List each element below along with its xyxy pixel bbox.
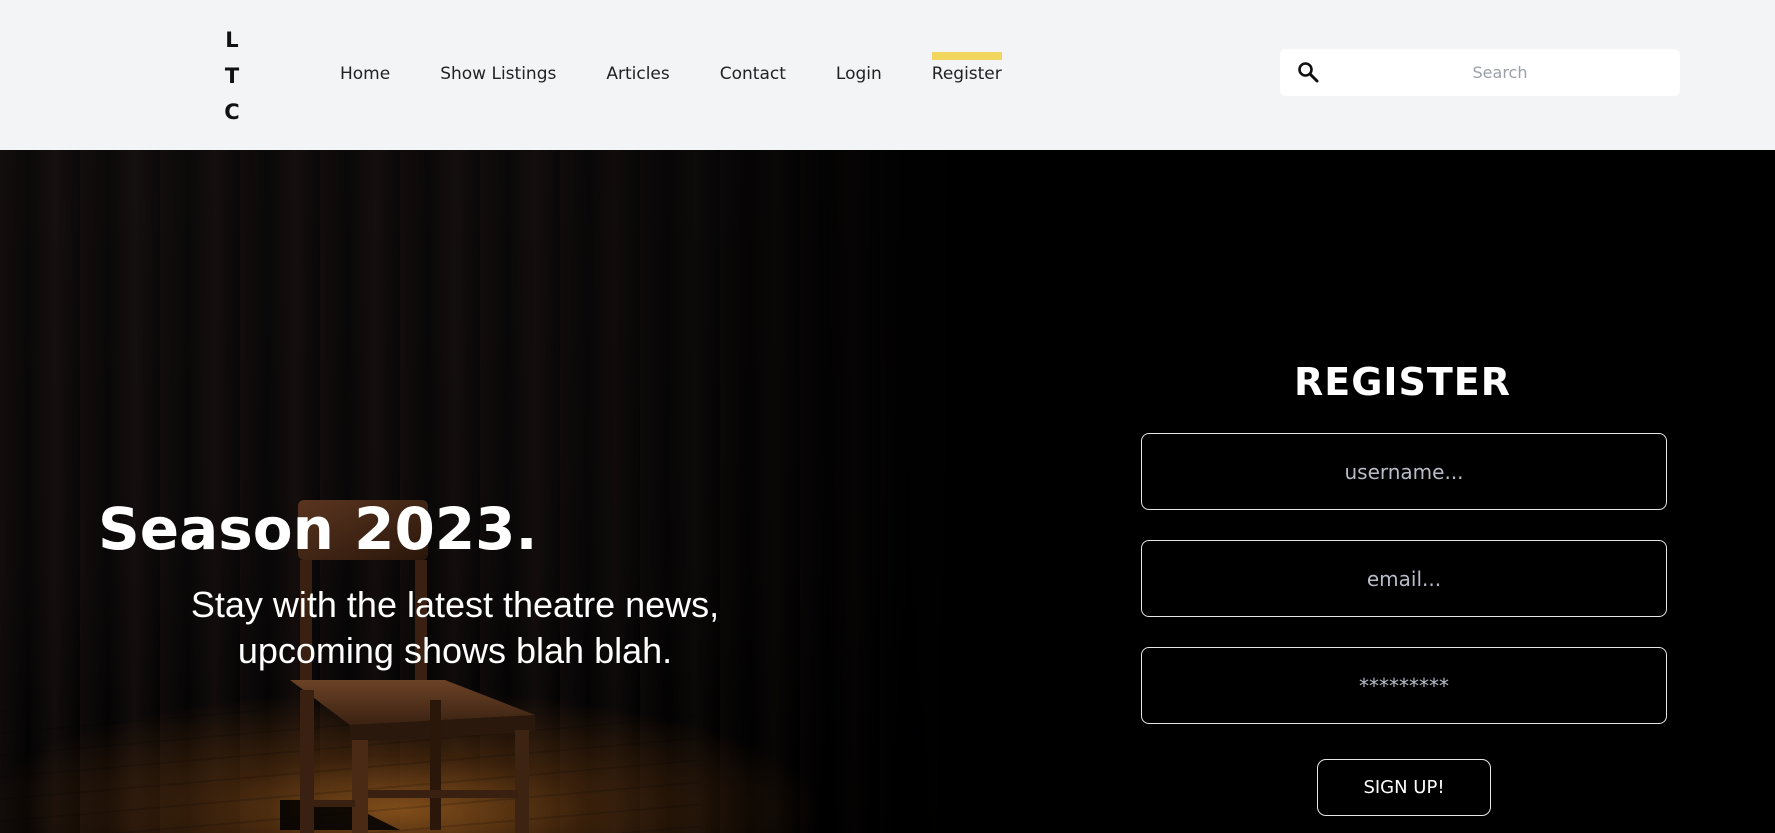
sign-up-button[interactable]: SIGN UP!: [1317, 759, 1491, 816]
hero-subtitle: Stay with the latest theatre news, upcom…: [190, 584, 720, 671]
nav-articles[interactable]: Articles: [606, 54, 669, 94]
search-icon[interactable]: [1296, 60, 1320, 84]
logo[interactable]: L T C: [222, 22, 242, 130]
logo-letter: C: [224, 100, 240, 124]
nav-show-listings[interactable]: Show Listings: [440, 54, 556, 94]
search-box: [1280, 49, 1680, 96]
nav-home[interactable]: Home: [340, 54, 390, 94]
site-header: L T C Home Show Listings Articles Contac…: [0, 0, 1775, 150]
nav-contact[interactable]: Contact: [720, 54, 786, 94]
logo-letter: L: [225, 28, 239, 52]
username-field[interactable]: [1141, 433, 1667, 510]
nav-login[interactable]: Login: [836, 54, 882, 94]
search-input[interactable]: [1340, 49, 1660, 96]
nav-register[interactable]: Register: [931, 52, 1002, 94]
register-title: REGISTER: [1293, 360, 1512, 404]
logo-letter: T: [224, 64, 240, 88]
hero-title: Season 2023.: [98, 495, 538, 563]
password-field[interactable]: [1141, 647, 1667, 724]
main-nav: Home Show Listings Articles Contact Logi…: [340, 52, 1052, 94]
hero-section: Season 2023. Stay with the latest theatr…: [0, 150, 1775, 833]
email-field[interactable]: [1141, 540, 1667, 617]
